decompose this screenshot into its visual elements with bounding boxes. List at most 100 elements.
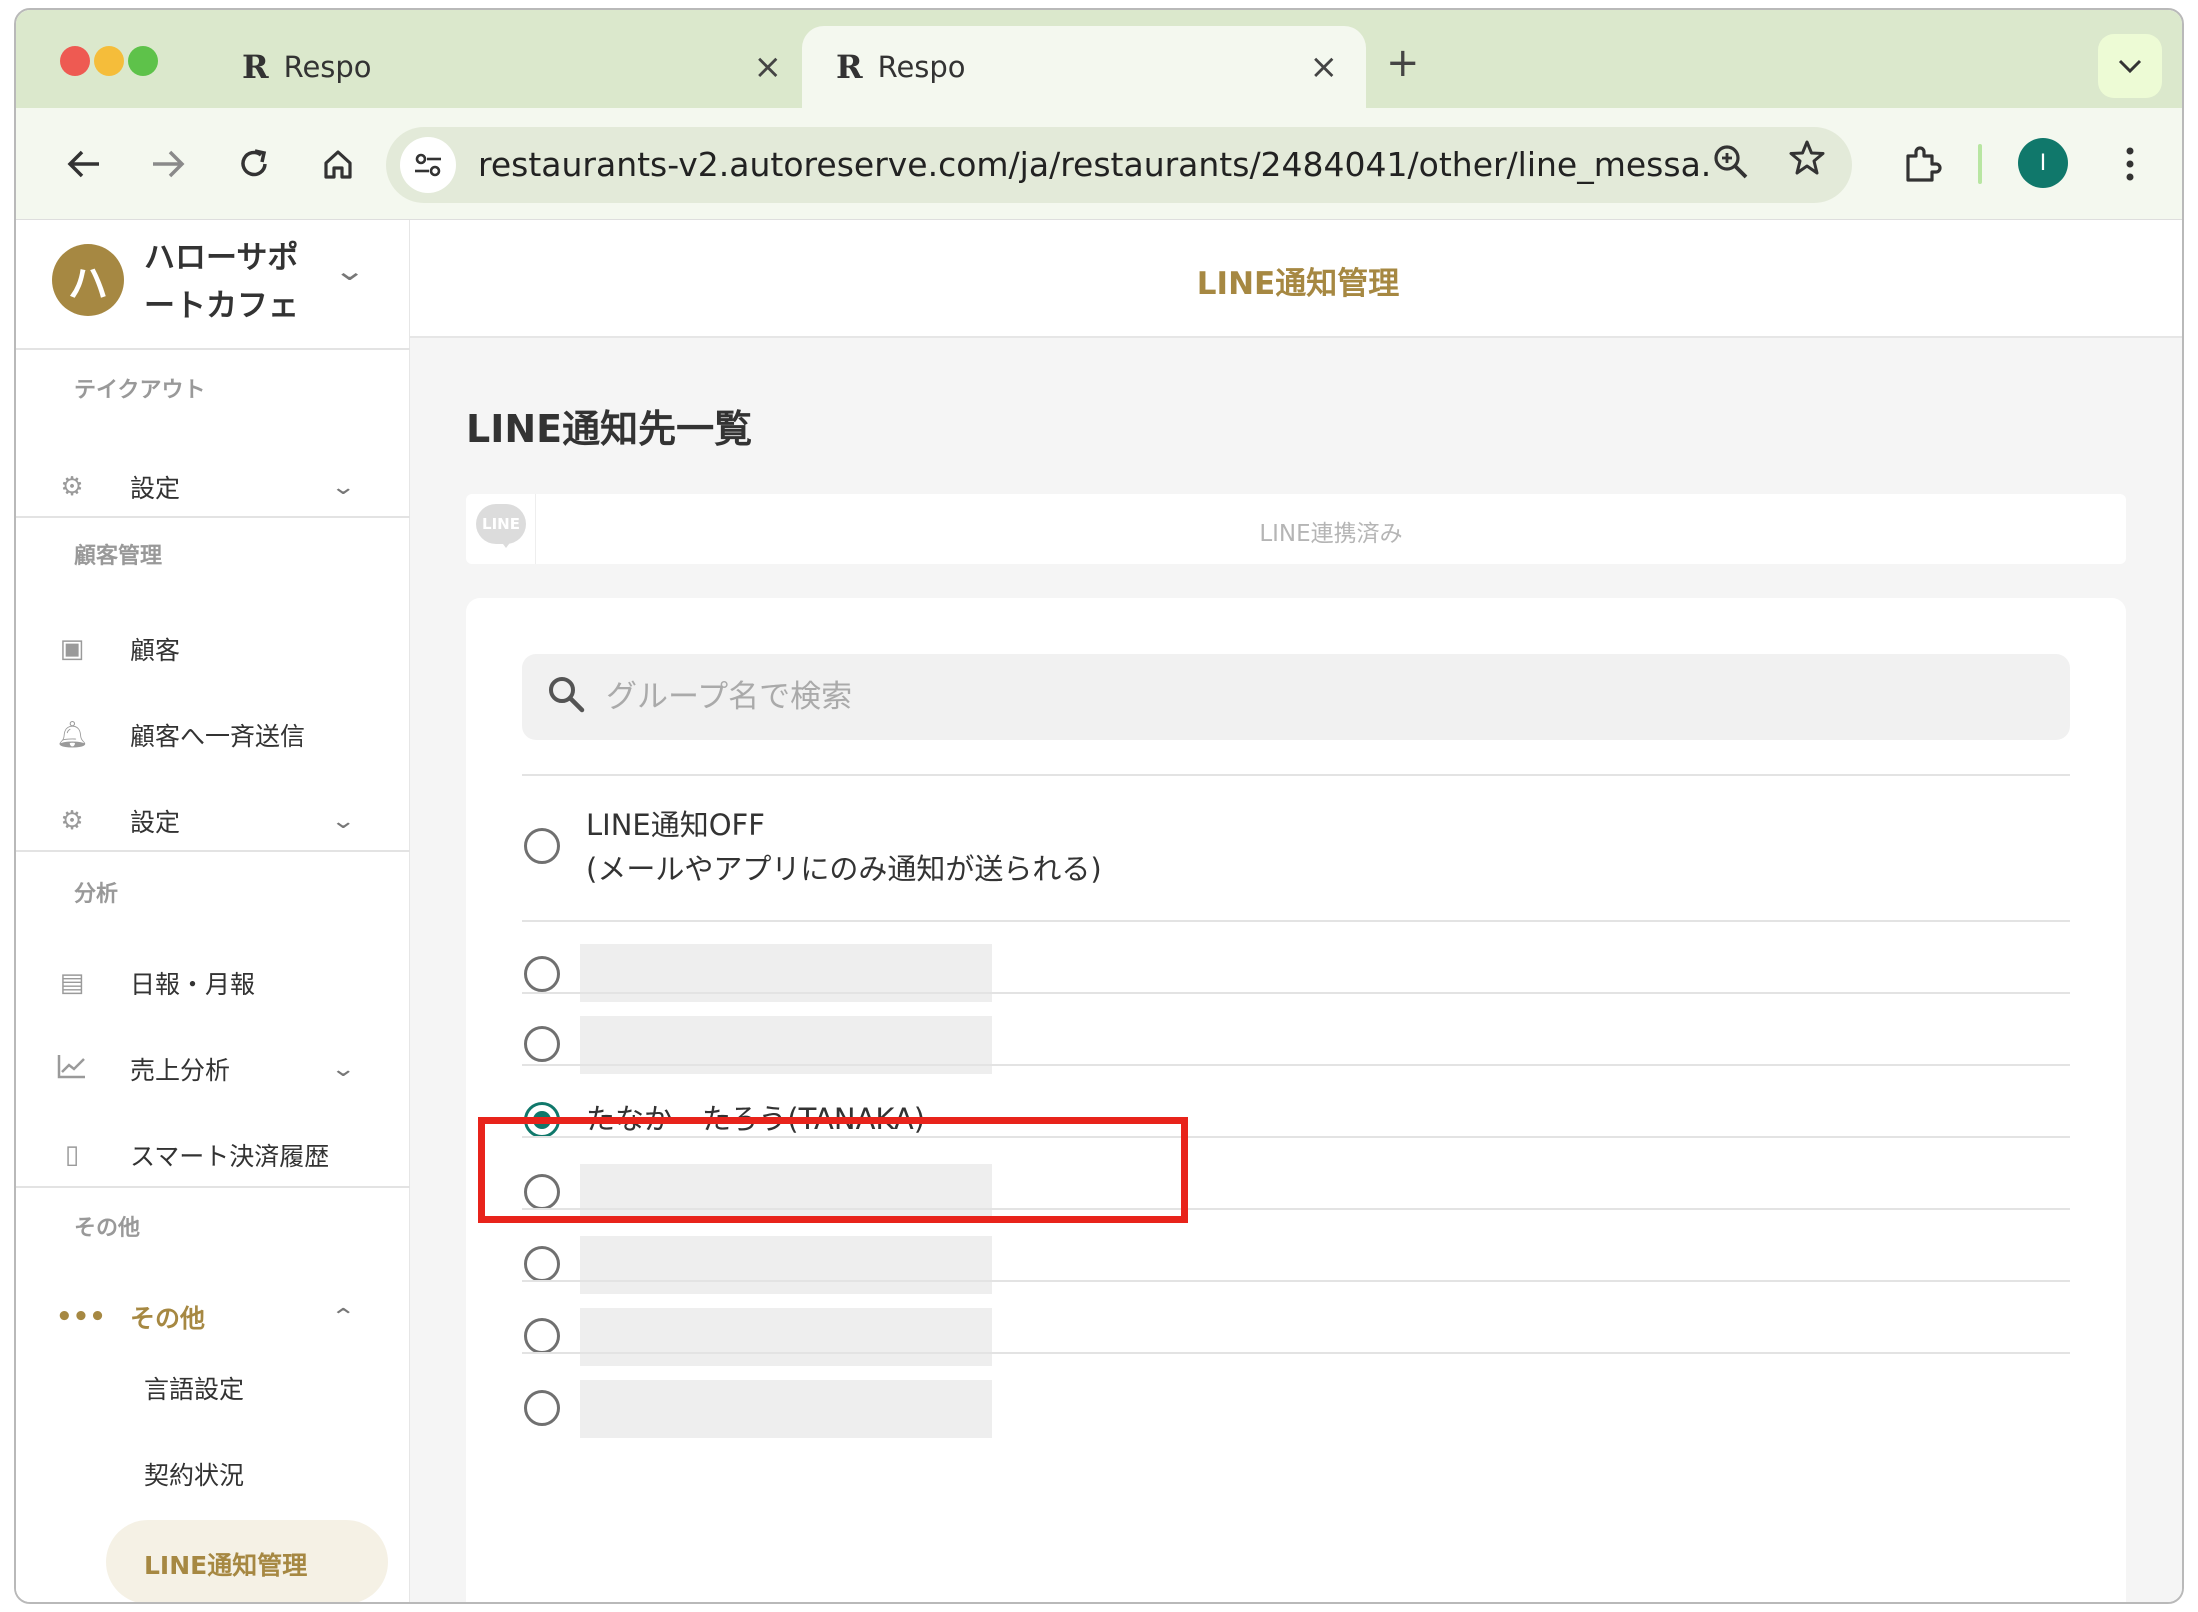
sidebar-subitem-line-manage[interactable]: LINE通知管理 (106, 1520, 388, 1602)
option-redacted[interactable] (522, 992, 2070, 1074)
sidebar-item-broadcast[interactable]: 🔔︎ 顧客へ一斉送信 (16, 700, 410, 770)
sidebar-item-daily-report[interactable]: ▤ 日報・月報 (16, 948, 410, 1018)
home-icon (324, 150, 352, 179)
section-label-takeout: テイクアウト (74, 378, 206, 403)
radio-button[interactable] (524, 1390, 560, 1426)
radio-button[interactable] (524, 1318, 560, 1354)
browser-menu-button[interactable] (2100, 134, 2160, 194)
minimize-window-button[interactable] (94, 46, 124, 76)
store-avatar: ハ (52, 244, 124, 316)
sidebar-item-label: 設定 (130, 808, 181, 837)
more-horiz-icon: ••• (56, 1302, 106, 1332)
extensions-button[interactable] (1892, 134, 1952, 194)
zoom-button[interactable] (1712, 143, 1750, 190)
respo-logo-icon: R (242, 48, 269, 86)
contact-card-icon: ▣ (59, 634, 85, 664)
browser-window: R Respo × R Respo × + restaurants-v2.aut… (14, 8, 2184, 1604)
bookmark-button[interactable] (1788, 139, 1826, 186)
sidebar: ハ ハローサポートカフェ ⌄ テイクアウト ⚙ 設定 ⌄ 顧客管理 ▣ 顧客 🔔… (16, 220, 410, 1602)
sidebar-item-takeout-settings[interactable]: ⚙ 設定 ⌄ (16, 452, 410, 522)
bell-icon: 🔔︎ (56, 720, 90, 750)
close-tab-icon[interactable]: × (1310, 47, 1339, 87)
page-content: ハ ハローサポートカフェ ⌄ テイクアウト ⚙ 設定 ⌄ 顧客管理 ▣ 顧客 🔔… (16, 220, 2182, 1602)
new-tab-button[interactable]: + (1386, 40, 1420, 86)
toolbar-divider (1978, 144, 1982, 184)
reload-button[interactable] (224, 134, 284, 194)
line-badge-box: LINE (466, 494, 536, 564)
sidebar-item-customers[interactable]: ▣ 顧客 (16, 614, 410, 684)
star-icon (1789, 140, 1825, 175)
sidebar-item-label: その他 (130, 1304, 206, 1333)
gear-icon: ⚙ (60, 806, 84, 836)
zoom-in-icon (1714, 145, 1748, 179)
section-label-other: その他 (74, 1216, 141, 1241)
sidebar-item-smart-payment[interactable]: ▯ スマート決済履歴 (16, 1120, 410, 1190)
sidebar-item-label: 売上分析 (130, 1056, 231, 1085)
maximize-window-button[interactable] (128, 46, 158, 76)
chevron-down-icon: ⌄ (330, 1056, 357, 1082)
arrow-left-icon (67, 150, 99, 178)
radio-button[interactable] (524, 1246, 560, 1282)
sidebar-item-customer-settings[interactable]: ⚙ 設定 ⌄ (16, 786, 410, 856)
close-tab-icon[interactable]: × (754, 47, 783, 87)
option-label: LINE通知OFF (586, 808, 765, 842)
arrow-right-icon (153, 150, 185, 178)
sidebar-item-label: スマート決済履歴 (130, 1142, 330, 1171)
option-redacted[interactable] (522, 920, 2070, 1002)
section-divider (16, 516, 410, 518)
site-settings-button[interactable] (400, 137, 456, 193)
search-box[interactable] (522, 654, 2070, 740)
sidebar-item-label: 顧客 (130, 636, 181, 665)
payment-terminal-icon: ▯ (64, 1140, 80, 1170)
radio-button[interactable] (524, 956, 560, 992)
gear-icon: ⚙ (60, 472, 84, 502)
option-sublabel: (メールやアプリにのみ通知が送られる) (586, 852, 1102, 886)
sidebar-item-label: 設定 (130, 474, 181, 503)
radio-button[interactable] (524, 1026, 560, 1062)
tab-respo-active[interactable]: R Respo × (802, 26, 1366, 108)
chevron-down-icon: ⌄ (330, 474, 357, 500)
search-icon (549, 677, 585, 713)
option-line-off[interactable]: LINE通知OFF (メールやアプリにのみ通知が送られる) (522, 774, 2070, 920)
url-text[interactable]: restaurants-v2.autoreserve.com/ja/restau… (478, 145, 1708, 184)
chevron-down-icon: ⌄ (333, 254, 367, 287)
more-vert-icon (2126, 147, 2134, 181)
forward-button[interactable] (138, 134, 198, 194)
chevron-up-icon: ⌃ (330, 1304, 357, 1330)
header-title: LINE通知管理 (1196, 266, 1400, 302)
section-label-analysis: 分析 (74, 882, 119, 907)
clipboard-icon: ▤ (59, 968, 85, 998)
tab-title: Respo (877, 50, 966, 84)
profile-avatar[interactable]: I (2018, 138, 2068, 188)
tab-respo-1[interactable]: R Respo × (242, 26, 782, 108)
sidebar-subitem-language[interactable]: 言語設定 (144, 1370, 244, 1406)
line-logo-icon: LINE (476, 504, 526, 548)
sidebar-subitem-contract[interactable]: 契約状況 (144, 1456, 244, 1492)
reload-icon (241, 149, 267, 177)
radio-button[interactable] (524, 828, 560, 864)
section-divider (16, 850, 410, 852)
tab-title: Respo (283, 50, 372, 84)
redacted-name (580, 1380, 992, 1438)
tab-search-button[interactable] (2098, 34, 2162, 98)
option-redacted[interactable] (522, 1280, 2070, 1366)
respo-logo-icon: R (836, 48, 863, 86)
page-title: LINE通知先一覧 (466, 407, 753, 451)
selection-highlight-box (478, 1117, 1188, 1223)
chart-glyph (57, 1054, 85, 1078)
section-label-customer: 顧客管理 (74, 544, 163, 569)
line-chart-icon (56, 1053, 88, 1086)
sidebar-item-sales-analysis[interactable]: 売上分析 ⌄ (16, 1034, 410, 1104)
chevron-down-icon (2118, 59, 2142, 74)
home-button[interactable] (308, 134, 368, 194)
store-switcher[interactable]: ハ ハローサポートカフェ ⌄ (16, 220, 410, 350)
search-input[interactable] (606, 668, 2046, 726)
sidebar-item-other[interactable]: ••• その他 ⌃ (16, 1282, 410, 1352)
sidebar-item-label: LINE通知管理 (144, 1551, 308, 1580)
tab-strip: R Respo × R Respo × + (16, 10, 2182, 108)
close-window-button[interactable] (60, 46, 90, 76)
section-divider (16, 1186, 410, 1188)
back-button[interactable] (54, 134, 114, 194)
address-bar[interactable]: restaurants-v2.autoreserve.com/ja/restau… (386, 127, 1852, 203)
option-redacted[interactable] (522, 1352, 2070, 1438)
